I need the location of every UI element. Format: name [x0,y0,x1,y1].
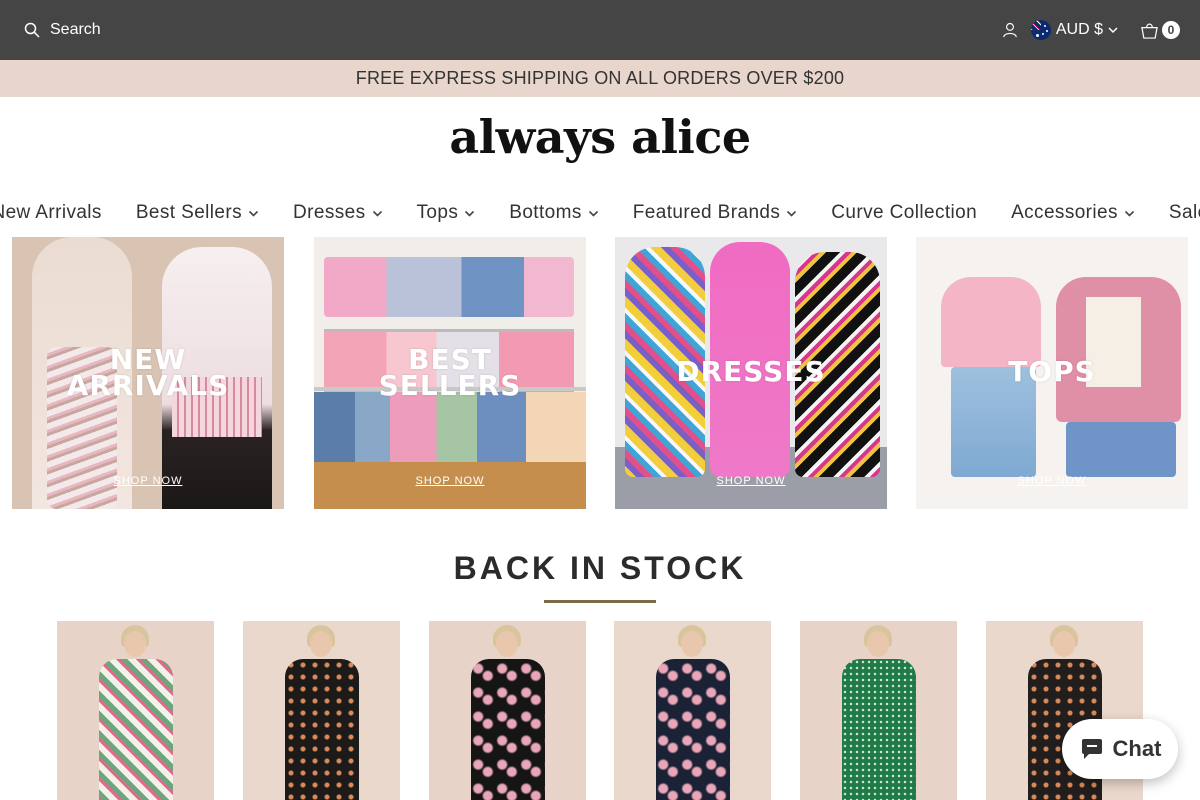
product-card-black-floral-maxi-dress[interactable] [429,621,586,800]
main-nav: New Arrivals Best Sellers Dresses Tops Botto… [0,196,1200,230]
shop-now-link[interactable]: SHOP NOW [615,475,887,487]
tile-title-line1: DRESSES [676,355,826,388]
cart-icon [1141,23,1158,39]
chevron-down-icon [248,210,259,217]
model-head [1053,631,1075,657]
product-card-navy-floral-maxi-dress[interactable] [614,621,771,800]
currency-selector[interactable]: AUD $ [1030,20,1118,40]
nav-item-label: Best Sellers [135,202,243,223]
search-label: Search [50,21,101,38]
product-dress [285,659,359,800]
shop-now-link[interactable]: SHOP NOW [314,475,586,487]
announcement-bar: FREE EXPRESS SHIPPING ON ALL ORDERS OVER… [0,60,1200,97]
nav-item-label: Dresses [293,202,366,223]
tile-title-line2: ARRIVALS [66,369,230,402]
chat-label: Chat [1112,736,1162,761]
nav-item-label: Tops [416,202,459,223]
model-head [867,631,889,657]
tile-title-line1: TOPS [1008,355,1096,388]
chevron-down-icon [787,210,797,217]
nav-item-tops[interactable]: Tops [400,196,493,230]
category-tile-new-arrivals[interactable]: NEW ARRIVALS SHOP NOW [12,237,284,509]
nav-item-bottoms[interactable]: Bottoms [492,196,616,230]
product-dress [842,659,916,800]
nav-item-label: New Arrivals [0,202,102,223]
product-dress [656,659,730,800]
chat-button[interactable]: Chat [1062,719,1178,779]
tile-title: BEST SELLERS [314,346,586,402]
tile-title: NEW ARRIVALS [12,346,284,402]
nav-item-accessories[interactable]: Accessories [994,196,1152,230]
cart-count-badge: 0 [1162,21,1180,39]
search-bar[interactable]: Search [24,18,101,42]
chevron-down-icon [372,210,382,217]
nav-item-label: Sale [1168,202,1200,223]
nav-item-new-arrivals[interactable]: New Arrivals [0,196,119,230]
product-dress [471,659,545,800]
nav-item-curve-collection[interactable]: Curve Collection [814,196,994,230]
nav-item-featured-brands[interactable]: Featured Brands [616,196,815,230]
product-dress [99,659,173,800]
product-card-floral-print-maxi-dress[interactable] [57,621,214,800]
model-head [681,631,703,657]
model-head [124,631,146,657]
account-icon[interactable] [1001,21,1019,39]
section-divider [544,600,656,603]
nav-item-best-sellers[interactable]: Best Sellers [119,196,276,230]
model-head [310,631,332,657]
top-bar: Search AUD $ 0 [0,0,1200,60]
tile-title: DRESSES [615,358,887,386]
nav-item-label: Curve Collection [831,202,978,223]
search-icon [24,22,40,38]
chat-icon [1081,739,1102,759]
product-card-black-polka-dot-maxi-dress[interactable] [243,621,400,800]
site-logo[interactable]: always alice [0,110,1200,164]
nav-item-dresses[interactable]: Dresses [276,196,399,230]
model-head [496,631,518,657]
tile-title-line2: SELLERS [378,369,522,402]
shop-now-link[interactable]: SHOP NOW [916,475,1188,487]
chevron-down-icon [588,210,598,217]
chevron-down-icon [1108,27,1118,34]
nav-item-label: Bottoms [509,202,582,223]
nav-item-sale[interactable]: Sale [1152,196,1200,230]
tile-title: TOPS [916,358,1188,386]
shop-now-link[interactable]: SHOP NOW [12,475,284,487]
nav-item-label: Accessories [1011,202,1118,223]
currency-label: AUD $ [1055,21,1103,38]
product-card-green-polka-dot-maxi-dress[interactable] [800,621,957,800]
category-tile-tops[interactable]: TOPS SHOP NOW [916,237,1188,509]
category-tile-dresses[interactable]: DRESSES SHOP NOW [615,237,887,509]
section-title: BACK IN STOCK [453,550,747,586]
australia-flag-icon [1030,20,1051,40]
category-tile-best-sellers[interactable]: BEST SELLERS SHOP NOW [314,237,586,509]
nav-item-label: Featured Brands [632,202,781,223]
chevron-down-icon [465,210,475,217]
cart-button[interactable]: 0 [1140,21,1180,39]
chevron-down-icon [1124,210,1134,217]
